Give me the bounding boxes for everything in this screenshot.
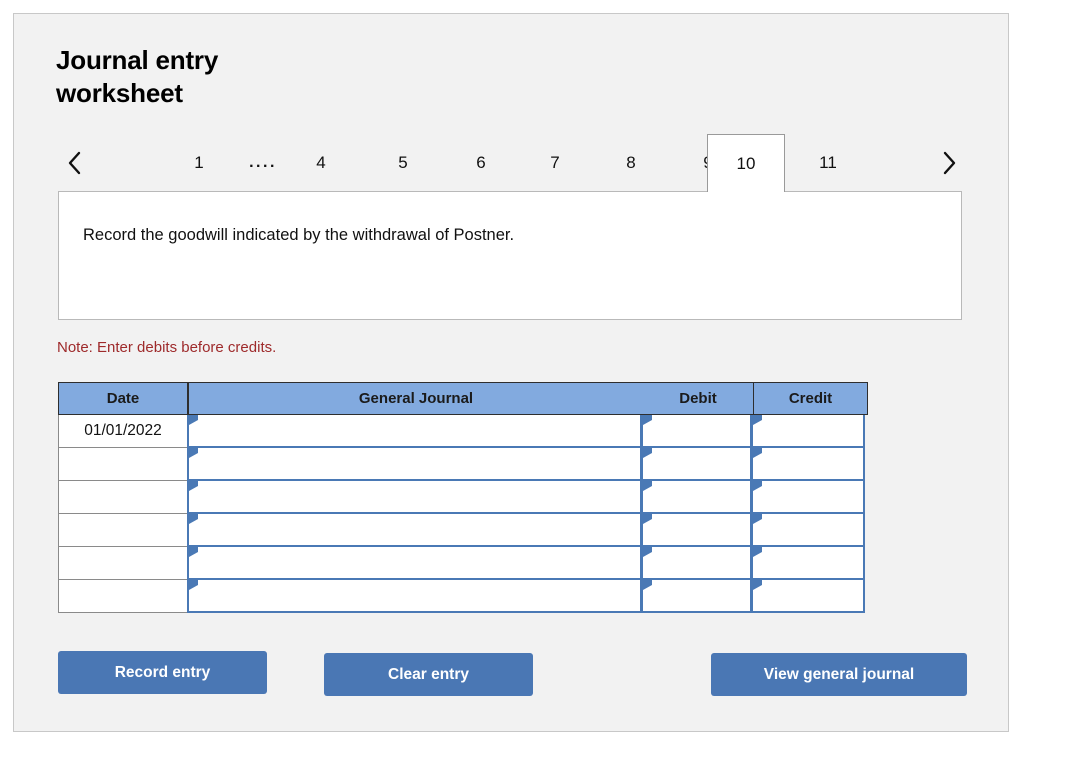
dropdown-marker-icon[interactable] [189, 415, 198, 425]
pager-tab-10[interactable]: 10 [707, 134, 785, 192]
page-title: Journal entry worksheet [56, 44, 376, 111]
table-body: 01/01/2022 [58, 415, 868, 613]
table-header-row: Date General Journal Debit Credit [58, 382, 868, 415]
pager-tab-7[interactable]: 7 [520, 134, 590, 191]
cell-general-journal[interactable] [187, 415, 642, 448]
table-row [58, 580, 868, 613]
pager-tab-4[interactable]: 4 [286, 134, 356, 191]
cell-debit[interactable] [641, 514, 752, 547]
dropdown-marker-icon[interactable] [189, 448, 198, 458]
cell-debit[interactable] [641, 547, 752, 580]
column-header-general-journal: General Journal [188, 382, 643, 415]
page-title-line2: worksheet [56, 78, 183, 109]
cell-credit[interactable] [751, 547, 865, 580]
cell-general-journal[interactable] [187, 481, 642, 514]
table-row [58, 448, 868, 481]
journal-entry-table: Date General Journal Debit Credit 01/01/… [58, 382, 868, 613]
cell-credit[interactable] [751, 481, 865, 514]
dropdown-marker-icon[interactable] [753, 580, 762, 590]
dropdown-marker-icon[interactable] [643, 415, 652, 425]
pager-tab-8[interactable]: 8 [596, 134, 666, 191]
screenshot-root: Journal entry worksheet 1....4567891011 … [0, 0, 1078, 782]
cell-date[interactable] [58, 514, 188, 547]
table-row [58, 514, 868, 547]
record-entry-button[interactable]: Record entry [58, 651, 267, 694]
worksheet-pager: 1....4567891011 [56, 134, 968, 192]
cell-debit[interactable] [641, 415, 752, 448]
view-general-journal-button[interactable]: View general journal [711, 653, 967, 696]
cell-date[interactable]: 01/01/2022 [58, 415, 188, 448]
worksheet-card: Journal entry worksheet 1....4567891011 … [13, 13, 1009, 732]
instruction-panel: Record the goodwill indicated by the wit… [58, 191, 962, 320]
dropdown-marker-icon[interactable] [753, 448, 762, 458]
dropdown-marker-icon[interactable] [643, 514, 652, 524]
table-row: 01/01/2022 [58, 415, 868, 448]
dropdown-marker-icon[interactable] [753, 415, 762, 425]
cell-general-journal[interactable] [187, 448, 642, 481]
cell-date[interactable] [58, 481, 188, 514]
cell-general-journal[interactable] [187, 547, 642, 580]
dropdown-marker-icon[interactable] [643, 547, 652, 557]
cell-credit[interactable] [751, 415, 865, 448]
dropdown-marker-icon[interactable] [189, 580, 198, 590]
cell-credit[interactable] [751, 448, 865, 481]
dropdown-marker-icon[interactable] [189, 481, 198, 491]
chevron-right-icon[interactable] [930, 134, 968, 191]
cell-credit[interactable] [751, 580, 865, 613]
table-row [58, 481, 868, 514]
column-header-debit: Debit [643, 382, 754, 415]
cell-general-journal[interactable] [187, 514, 642, 547]
cell-debit[interactable] [641, 481, 752, 514]
dropdown-marker-icon[interactable] [643, 481, 652, 491]
dropdown-marker-icon[interactable] [753, 547, 762, 557]
dropdown-marker-icon[interactable] [753, 514, 762, 524]
dropdown-marker-icon[interactable] [189, 547, 198, 557]
cell-debit[interactable] [641, 580, 752, 613]
column-header-date: Date [58, 382, 188, 415]
dropdown-marker-icon[interactable] [643, 448, 652, 458]
instruction-text: Record the goodwill indicated by the wit… [83, 226, 515, 244]
cell-debit[interactable] [641, 448, 752, 481]
clear-entry-button[interactable]: Clear entry [324, 653, 533, 696]
cell-general-journal[interactable] [187, 580, 642, 613]
table-row [58, 547, 868, 580]
cell-date[interactable] [58, 580, 188, 613]
pager-tab-6[interactable]: 6 [446, 134, 516, 191]
pager-tab-5[interactable]: 5 [368, 134, 438, 191]
debits-before-credits-note: Note: Enter debits before credits. [57, 339, 277, 356]
chevron-left-icon[interactable] [56, 134, 94, 191]
dropdown-marker-icon[interactable] [643, 580, 652, 590]
page-title-line1: Journal entry [56, 45, 219, 75]
column-header-credit: Credit [754, 382, 868, 415]
dropdown-marker-icon[interactable] [753, 481, 762, 491]
pager-tab-11[interactable]: 11 [791, 134, 865, 191]
cell-date[interactable] [58, 448, 188, 481]
dropdown-marker-icon[interactable] [189, 514, 198, 524]
cell-date[interactable] [58, 547, 188, 580]
cell-credit[interactable] [751, 514, 865, 547]
